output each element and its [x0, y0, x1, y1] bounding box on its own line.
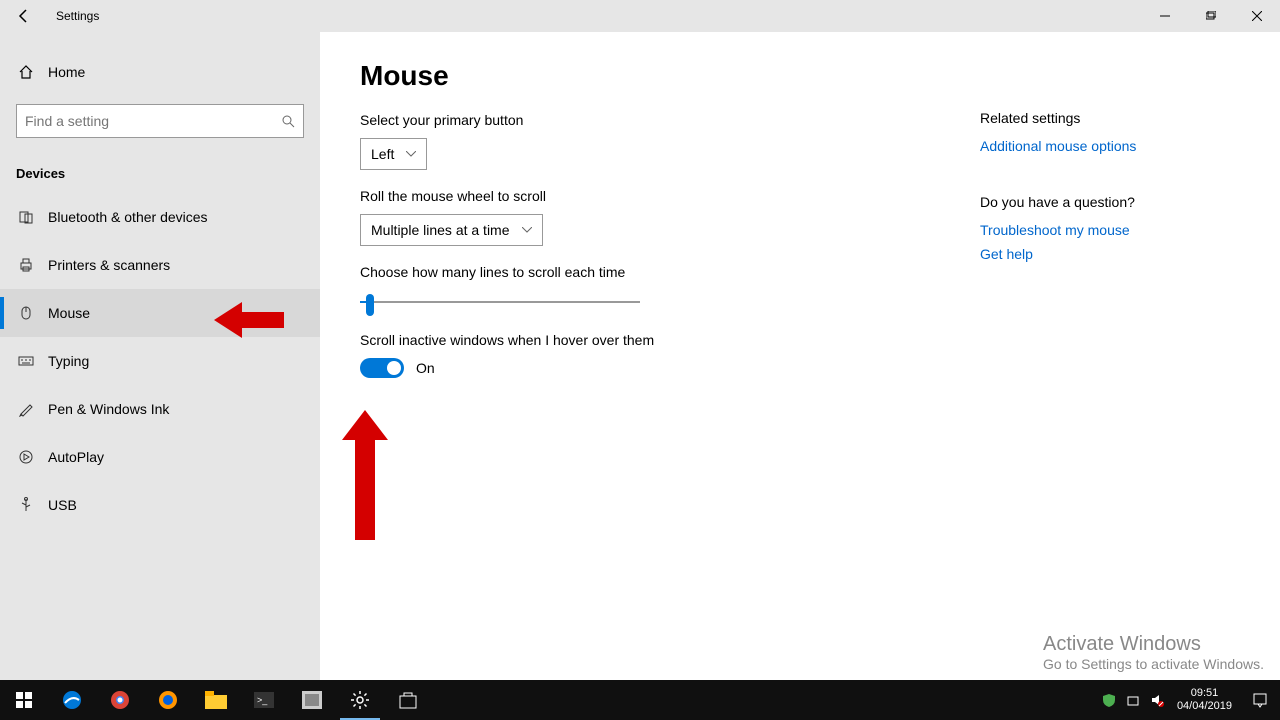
- autoplay-icon: [16, 449, 36, 465]
- dropdown-value: Left: [371, 146, 394, 162]
- clock-time: 09:51: [1177, 687, 1232, 700]
- scroll-lines-label: Choose how many lines to scroll each tim…: [360, 264, 980, 280]
- toggle-state: On: [416, 360, 435, 376]
- close-button[interactable]: [1234, 0, 1280, 32]
- primary-button-label: Select your primary button: [360, 112, 980, 128]
- notifications-button[interactable]: [1240, 680, 1280, 720]
- scroll-lines-slider[interactable]: [360, 290, 640, 314]
- additional-mouse-options-link[interactable]: Additional mouse options: [980, 138, 1240, 154]
- activate-sub: Go to Settings to activate Windows.: [1043, 656, 1264, 672]
- usb-icon: [16, 497, 36, 513]
- home-label: Home: [48, 64, 85, 80]
- sidebar-item-pen[interactable]: Pen & Windows Ink: [0, 385, 320, 433]
- annotation-arrow-left: [214, 300, 284, 340]
- home-nav[interactable]: Home: [0, 52, 320, 92]
- window-title: Settings: [56, 9, 99, 23]
- sidebar-item-label: Bluetooth & other devices: [48, 209, 208, 225]
- keyboard-icon: [16, 353, 36, 369]
- sidebar-item-printers[interactable]: Printers & scanners: [0, 241, 320, 289]
- sidebar-item-label: AutoPlay: [48, 449, 104, 465]
- minimize-button[interactable]: [1142, 0, 1188, 32]
- sidebar: Home Devices Bluetooth & other devices P…: [0, 32, 320, 680]
- search-input[interactable]: [25, 113, 281, 129]
- pen-icon: [16, 401, 36, 417]
- sidebar-item-typing[interactable]: Typing: [0, 337, 320, 385]
- page-title: Mouse: [360, 60, 980, 92]
- sidebar-item-autoplay[interactable]: AutoPlay: [0, 433, 320, 481]
- sidebar-item-usb[interactable]: USB: [0, 481, 320, 529]
- annotation-arrow-up: [342, 410, 388, 540]
- search-box[interactable]: [16, 104, 304, 138]
- start-button[interactable]: [0, 680, 48, 720]
- printer-icon: [16, 257, 36, 273]
- sidebar-item-label: USB: [48, 497, 77, 513]
- section-header: Devices: [0, 158, 320, 193]
- taskbar-clock[interactable]: 09:51 04/04/2019: [1169, 687, 1240, 713]
- chevron-down-icon: [522, 227, 532, 233]
- primary-button-dropdown[interactable]: Left: [360, 138, 427, 170]
- get-help-link[interactable]: Get help: [980, 246, 1240, 262]
- tray-volume-icon[interactable]: [1145, 680, 1169, 720]
- taskbar-firefox[interactable]: [144, 680, 192, 720]
- mouse-icon: [16, 305, 36, 321]
- window-controls: [1142, 0, 1280, 32]
- dropdown-value: Multiple lines at a time: [371, 222, 510, 238]
- taskbar-edge[interactable]: [48, 680, 96, 720]
- home-icon: [16, 64, 36, 80]
- activate-watermark: Activate Windows Go to Settings to activ…: [1043, 633, 1264, 672]
- taskbar-app[interactable]: [288, 680, 336, 720]
- taskbar[interactable]: >_ 09:51 04/04/2019: [0, 680, 1280, 720]
- search-icon: [281, 114, 295, 128]
- tray-updates-icon[interactable]: [1121, 680, 1145, 720]
- clock-date: 04/04/2019: [1177, 700, 1232, 713]
- sidebar-item-label: Printers & scanners: [48, 257, 170, 273]
- inactive-scroll-label: Scroll inactive windows when I hover ove…: [360, 332, 980, 348]
- sidebar-item-label: Pen & Windows Ink: [48, 401, 169, 417]
- sidebar-item-label: Mouse: [48, 305, 90, 321]
- related-panel: Related settings Additional mouse option…: [980, 60, 1240, 652]
- roll-wheel-label: Roll the mouse wheel to scroll: [360, 188, 980, 204]
- chevron-down-icon: [406, 151, 416, 157]
- related-header: Related settings: [980, 110, 1240, 126]
- taskbar-chrome[interactable]: [96, 680, 144, 720]
- maximize-button[interactable]: [1188, 0, 1234, 32]
- svg-text:>_: >_: [257, 695, 268, 705]
- devices-icon: [16, 209, 36, 225]
- roll-wheel-dropdown[interactable]: Multiple lines at a time: [360, 214, 543, 246]
- back-button[interactable]: [0, 0, 48, 32]
- activate-title: Activate Windows: [1043, 633, 1264, 656]
- system-tray: 09:51 04/04/2019: [1097, 680, 1280, 720]
- inactive-scroll-toggle[interactable]: [360, 358, 404, 378]
- main-content: Mouse Select your primary button Left Ro…: [320, 32, 1280, 680]
- troubleshoot-link[interactable]: Troubleshoot my mouse: [980, 222, 1240, 238]
- sidebar-item-label: Typing: [48, 353, 89, 369]
- slider-thumb[interactable]: [366, 294, 374, 316]
- taskbar-terminal[interactable]: >_: [240, 680, 288, 720]
- tray-security-icon[interactable]: [1097, 680, 1121, 720]
- taskbar-settings[interactable]: [336, 680, 384, 720]
- taskbar-explorer[interactable]: [192, 680, 240, 720]
- taskbar-store[interactable]: [384, 680, 432, 720]
- sidebar-item-bluetooth[interactable]: Bluetooth & other devices: [0, 193, 320, 241]
- question-header: Do you have a question?: [980, 194, 1240, 210]
- titlebar: Settings: [0, 0, 1280, 32]
- slider-track: [360, 301, 640, 303]
